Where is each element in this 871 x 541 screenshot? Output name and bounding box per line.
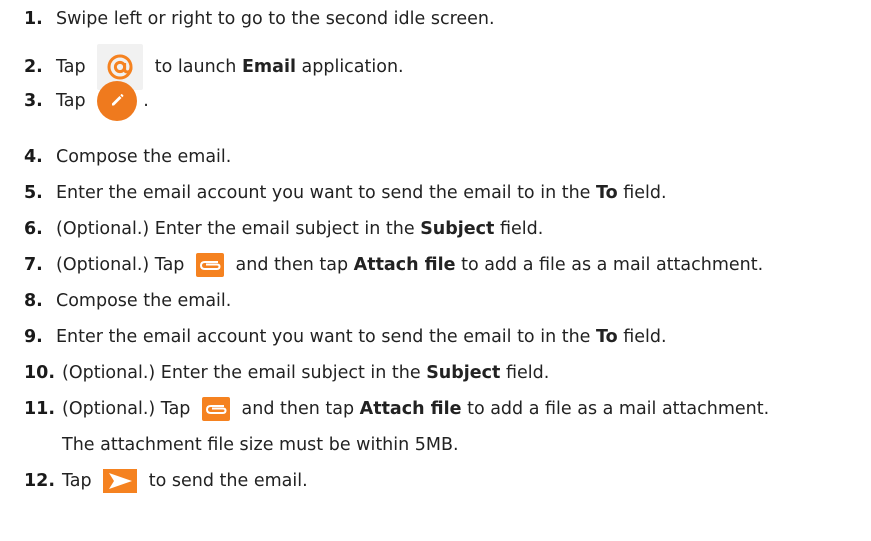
step-text: and then tap: [229, 255, 354, 275]
step-text: Tap: [56, 91, 92, 111]
step-number: 11.: [24, 399, 56, 419]
step-text: field.: [494, 219, 544, 239]
step-bold-term: To: [596, 183, 618, 203]
step-number: 6.: [24, 219, 43, 239]
step-text: (Optional.) Enter the email subject in t…: [56, 219, 421, 239]
step-text: Swipe left or right to go to the second …: [56, 9, 495, 29]
step-11: 11. (Optional.) Tap and then tap Attach f…: [24, 397, 769, 421]
step-7: 7. (Optional.) Tap and then tap Attach fi…: [24, 253, 763, 277]
step-5: 5. Enter the email account you want to se…: [24, 181, 667, 205]
step-text: to launch: [149, 57, 242, 77]
step-number: 2.: [24, 57, 43, 77]
step-number: 1.: [24, 9, 43, 29]
send-arrow-icon: [103, 469, 138, 493]
step-text: Tap: [62, 471, 98, 491]
step-number: 12.: [24, 471, 56, 491]
step-6: 6. (Optional.) Enter the email subject in…: [24, 217, 543, 241]
step-number: 3.: [24, 91, 43, 111]
step-9: 9. Enter the email account you want to se…: [24, 325, 667, 349]
instruction-steps: 1. Swipe left or right to go to the secon…: [0, 0, 871, 541]
step-text: and then tap: [235, 399, 360, 419]
step-text: (Optional.) Tap: [62, 399, 196, 419]
paperclip-icon: [201, 397, 230, 421]
step-text: to send the email.: [143, 471, 308, 491]
step-bold-term: Attach file: [353, 255, 456, 275]
step-3: 3. Tap .: [24, 81, 149, 121]
paperclip-icon: [195, 253, 224, 277]
step-bold-term: Attach file: [359, 399, 462, 419]
step-text: Enter the email account you want to send…: [56, 327, 597, 347]
step-text: (Optional.) Enter the email subject in t…: [62, 363, 427, 383]
step-text: Compose the email.: [56, 147, 232, 167]
step-number: 5.: [24, 183, 43, 203]
step-text: Tap: [56, 57, 92, 77]
step-bold-term: Email: [241, 57, 296, 77]
step-text: Compose the email.: [56, 291, 232, 311]
step-number: 4.: [24, 147, 43, 167]
compose-pencil-icon: [97, 81, 138, 121]
step-text: field.: [617, 327, 667, 347]
step-11-note: The attachment file size must be within …: [62, 435, 459, 455]
step-text: field.: [617, 183, 667, 203]
step-text: field.: [500, 363, 550, 383]
step-text: application.: [295, 57, 404, 77]
step-text: Enter the email account you want to send…: [56, 183, 597, 203]
step-1: 1. Swipe left or right to go to the secon…: [24, 7, 495, 31]
step-number: 9.: [24, 327, 43, 347]
step-bold-term: Subject: [420, 219, 495, 239]
step-text: (Optional.) Tap: [56, 255, 190, 275]
step-number: 8.: [24, 291, 43, 311]
step-10: 10. (Optional.) Enter the email subject i…: [24, 361, 549, 385]
step-number: 10.: [24, 363, 56, 383]
step-8: 8. Compose the email.: [24, 289, 231, 313]
step-text: to add a file as a mail attachment.: [455, 255, 764, 275]
step-number: 7.: [24, 255, 43, 275]
step-bold-term: To: [596, 327, 618, 347]
step-text: to add a file as a mail attachment.: [461, 399, 770, 419]
step-bold-term: Subject: [426, 363, 501, 383]
step-4: 4. Compose the email.: [24, 145, 231, 169]
step-12: 12. Tap to send the email.: [24, 469, 308, 493]
step-text: .: [143, 91, 149, 111]
